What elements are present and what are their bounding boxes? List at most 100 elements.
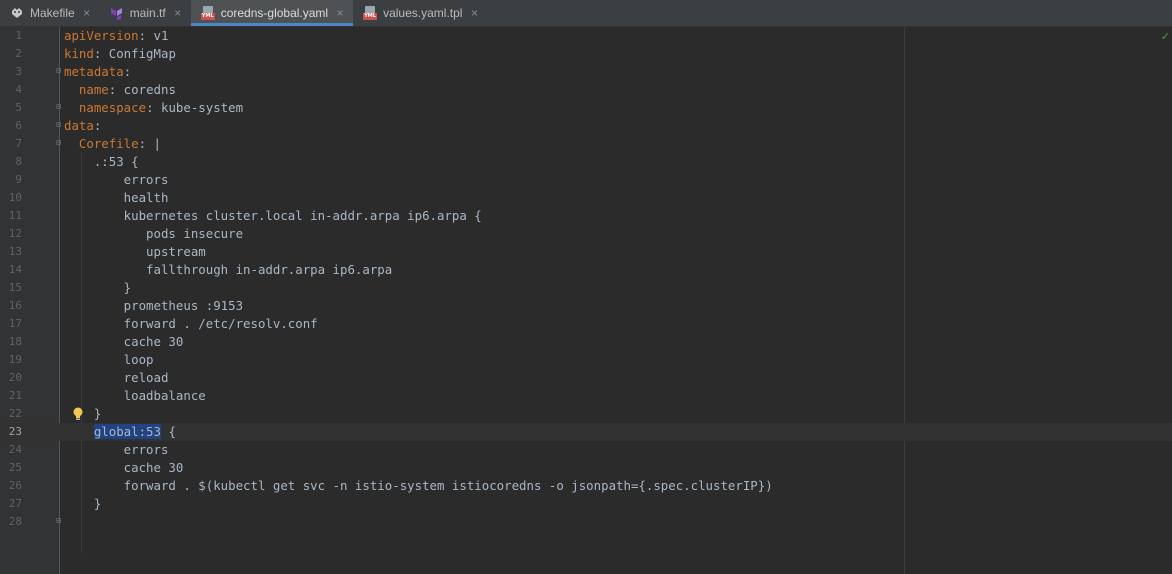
tab-makefile[interactable]: Makefile × — [0, 0, 100, 26]
yaml-key: Corefile — [78, 136, 139, 151]
code-line[interactable]: 20 reload — [0, 369, 1172, 387]
code-text: health — [64, 190, 169, 205]
code-text: apiVersion: v1 — [64, 27, 168, 45]
line-number: 22 — [8, 407, 22, 420]
yaml-value: : ConfigMap — [93, 46, 176, 61]
tab-coredns-global-yaml[interactable]: YML coredns-global.yaml × — [190, 0, 354, 26]
code-line[interactable]: 9 errors — [0, 171, 1172, 189]
code-line[interactable]: 14 fallthrough in-addr.arpa ip6.arpa — [0, 261, 1172, 279]
yaml-key: namespace — [78, 100, 147, 115]
close-icon[interactable]: × — [335, 6, 345, 20]
editor-tab-bar: Makefile × main.tf × YML coredns-global.… — [0, 0, 1172, 27]
code-text: prometheus :9153 — [64, 298, 244, 313]
code-line[interactable]: 15 } — [0, 279, 1172, 297]
close-icon[interactable]: × — [82, 6, 92, 20]
code-line[interactable]: 26 forward . $(kubectl get svc -n istio-… — [0, 477, 1172, 495]
fold-marker-icon[interactable]: ⊟ — [55, 517, 62, 525]
fold-marker-icon[interactable]: ⊟ — [55, 103, 62, 111]
code-text: fallthrough in-addr.arpa ip6.arpa — [64, 262, 393, 277]
code-line[interactable]: 22 } — [0, 405, 1172, 423]
code-line[interactable]: 3 ⊟ metadata: — [0, 63, 1172, 81]
code-text: reload — [64, 370, 169, 385]
line-number: 21 — [8, 389, 22, 402]
code-text: } — [64, 280, 132, 295]
code-prefix — [64, 424, 94, 439]
code-line[interactable]: 8 .:53 { — [0, 153, 1172, 171]
close-icon[interactable]: × — [173, 6, 183, 20]
code-text: upstream — [64, 244, 206, 259]
code-text: data: — [64, 117, 101, 135]
code-line[interactable]: 11 kubernetes cluster.local in-addr.arpa… — [0, 207, 1172, 225]
code-text: } — [64, 496, 102, 511]
line-number: 25 — [8, 461, 22, 474]
line-number: 7 — [15, 137, 22, 150]
code-text: global:53 { — [64, 423, 176, 441]
code-line[interactable]: 19 loop — [0, 351, 1172, 369]
line-number: 5 — [15, 101, 22, 114]
line-number: 23 — [8, 425, 22, 438]
yaml-key: name — [78, 82, 109, 97]
fold-marker-icon[interactable]: ⊟ — [55, 139, 62, 147]
yaml-value: : v1 — [138, 28, 169, 43]
inspection-ok-icon[interactable]: ✓ — [1161, 30, 1170, 43]
code-text: metadata: — [64, 63, 131, 81]
tab-label: values.yaml.tpl — [383, 6, 463, 20]
yaml-key: apiVersion — [64, 28, 139, 43]
code-line[interactable]: 18 cache 30 — [0, 333, 1172, 351]
code-text: loadbalance — [64, 388, 206, 403]
code-line[interactable]: 1 apiVersion: v1 — [0, 27, 1172, 45]
line-number: 24 — [8, 443, 22, 456]
tab-main-tf[interactable]: main.tf × — [100, 0, 191, 26]
code-line[interactable]: 28 ⊟ — [0, 513, 1172, 531]
line-number: 20 — [8, 371, 22, 384]
code-line[interactable]: 13 upstream — [0, 243, 1172, 261]
line-number: 6 — [15, 119, 22, 132]
code-line[interactable]: 21 loadbalance — [0, 387, 1172, 405]
line-number: 8 — [15, 155, 22, 168]
code-line[interactable]: 5 ⊟ namespace: kube-system — [0, 99, 1172, 117]
code-editor[interactable]: 1 apiVersion: v1 2 kind: ConfigMap 3 ⊟ metadat… — [0, 27, 1172, 574]
line-number: 11 — [8, 209, 22, 222]
code-lines[interactable]: 1 apiVersion: v1 2 kind: ConfigMap 3 ⊟ metadat… — [0, 27, 1172, 531]
code-suffix: { — [160, 424, 176, 439]
code-text: errors — [64, 442, 169, 457]
code-line[interactable]: 25 cache 30 — [0, 459, 1172, 477]
code-text: forward . $(kubectl get svc -n istio-sys… — [64, 478, 773, 493]
yaml-value: : | — [138, 136, 161, 151]
tab-values-yaml-tpl[interactable]: YML values.yaml.tpl × — [353, 0, 487, 26]
code-text: forward . /etc/resolv.conf — [64, 316, 318, 331]
code-line[interactable]: 27 } — [0, 495, 1172, 513]
code-line[interactable]: 12 pods insecure — [0, 225, 1172, 243]
line-number: 18 — [8, 335, 22, 348]
line-number: 19 — [8, 353, 22, 366]
yaml-value: : — [123, 64, 132, 79]
code-line[interactable]: 6 ⊟ data: — [0, 117, 1172, 135]
code-line[interactable]: 7 ⊟ Corefile: | — [0, 135, 1172, 153]
yaml-value: : coredns — [108, 82, 176, 97]
code-line[interactable]: 4 name: coredns — [0, 81, 1172, 99]
code-text: cache 30 — [64, 460, 184, 475]
code-text: namespace: kube-system — [64, 99, 243, 117]
yaml-key: data — [64, 118, 94, 133]
code-line[interactable]: 24 errors — [0, 441, 1172, 459]
yaml-key: kind — [64, 46, 94, 61]
terraform-icon — [110, 6, 124, 20]
code-line[interactable]: 10 health — [0, 189, 1172, 207]
code-line[interactable]: 17 forward . /etc/resolv.conf — [0, 315, 1172, 333]
fold-marker-icon[interactable]: ⊟ — [55, 67, 62, 75]
code-text: name: coredns — [64, 81, 176, 99]
fold-marker-icon[interactable]: ⊟ — [55, 121, 62, 129]
code-line[interactable]: 16 prometheus :9153 — [0, 297, 1172, 315]
code-text: errors — [64, 172, 169, 187]
code-line[interactable]: 2 kind: ConfigMap — [0, 45, 1172, 63]
line-number: 28 — [8, 515, 22, 528]
line-number: 3 — [15, 65, 22, 78]
close-icon[interactable]: × — [469, 6, 479, 20]
code-line[interactable]: 23 global:53 { — [0, 423, 1172, 441]
makefile-icon — [10, 6, 24, 20]
line-number: 17 — [8, 317, 22, 330]
selected-text[interactable]: global:53 — [93, 424, 161, 439]
